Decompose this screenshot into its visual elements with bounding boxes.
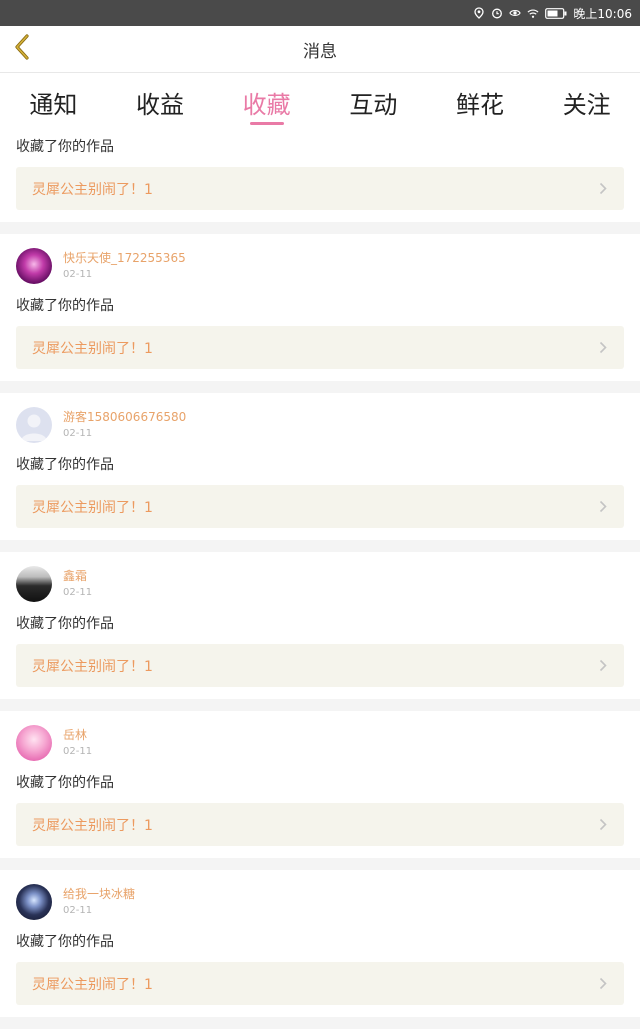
work-title: 灵犀公主别闹了！1: [32, 976, 153, 993]
tab-label: 通知: [29, 91, 78, 119]
action-text: 收藏了你的作品: [16, 457, 114, 473]
message-card: 给我一块冰糖 02-11 收藏了你的作品 灵犀公主别闹了！1: [0, 870, 640, 1017]
message-card: 快乐天使_172255365 02-11 收藏了你的作品 灵犀公主别闹了！1: [0, 234, 640, 381]
eye-icon: [509, 7, 522, 19]
username[interactable]: 给我一块冰糖: [63, 886, 135, 902]
battery-icon: [545, 7, 567, 19]
message-header: 快乐天使_172255365 02-11: [16, 234, 624, 292]
action-text: 收藏了你的作品: [16, 775, 114, 791]
work-link[interactable]: 灵犀公主别闹了！1: [16, 803, 624, 846]
chevron-right-icon: [598, 341, 608, 355]
chevron-right-icon: [598, 500, 608, 514]
tab-interactions[interactable]: 互动: [320, 73, 427, 120]
work-title: 灵犀公主别闹了！1: [32, 817, 153, 834]
work-link[interactable]: 灵犀公主别闹了！1: [16, 326, 624, 369]
action-text: 收藏了你的作品: [16, 139, 114, 155]
tab-earnings[interactable]: 收益: [107, 73, 214, 120]
work-title: 灵犀公主别闹了！1: [32, 658, 153, 675]
chevron-right-icon: [598, 818, 608, 832]
avatar[interactable]: [16, 248, 52, 284]
tab-flowers[interactable]: 鲜花: [427, 73, 534, 120]
chevron-right-icon: [598, 659, 608, 673]
status-bar: 晚上10:06: [0, 0, 640, 26]
chevron-right-icon: [598, 182, 608, 196]
chevron-left-icon: [13, 33, 31, 65]
action-text: 收藏了你的作品: [16, 616, 114, 632]
tab-favorites[interactable]: 收藏: [213, 73, 320, 125]
username[interactable]: 岳林: [63, 727, 92, 743]
tab-label: 收益: [136, 91, 184, 119]
action-text: 收藏了你的作品: [16, 934, 114, 950]
message-card: 游客1580606676580 02-11 收藏了你的作品 灵犀公主别闹了！1: [0, 393, 640, 540]
alarm-icon: [491, 7, 503, 19]
message-card: 鑫霜 02-11 收藏了你的作品 灵犀公主别闹了！1: [0, 552, 640, 699]
work-title: 灵犀公主别闹了！1: [32, 181, 153, 198]
message-header: 岳林 02-11: [16, 711, 624, 769]
favorites-feed: 收藏了你的作品 灵犀公主别闹了！1 快乐天使_172255365 02-11 收…: [0, 131, 640, 1029]
username[interactable]: 快乐天使_172255365: [63, 250, 186, 266]
back-button[interactable]: [8, 34, 36, 64]
message-card: 岳林 02-11 收藏了你的作品 灵犀公主别闹了！1: [0, 711, 640, 858]
avatar[interactable]: [16, 407, 52, 443]
status-time: 晚上10:06: [573, 6, 632, 21]
timestamp: 02-11: [63, 745, 93, 757]
work-link[interactable]: 灵犀公主别闹了！1: [16, 167, 624, 210]
tab-notifications[interactable]: 通知: [0, 73, 107, 120]
page-title: 消息: [303, 41, 337, 62]
timestamp: 02-11: [63, 586, 93, 598]
avatar[interactable]: [16, 566, 52, 602]
timestamp: 02-11: [63, 427, 93, 439]
work-link[interactable]: 灵犀公主别闹了！1: [16, 644, 624, 687]
avatar[interactable]: [16, 884, 52, 920]
tab-label: 互动: [349, 91, 398, 119]
timestamp: 02-11: [63, 268, 93, 280]
work-title: 灵犀公主别闹了！1: [32, 340, 153, 357]
action-text: 收藏了你的作品: [16, 298, 114, 314]
username[interactable]: 游客1580606676580: [63, 409, 186, 425]
wifi-icon: [527, 7, 539, 19]
tab-following[interactable]: 关注: [533, 73, 640, 120]
timestamp: 02-11: [63, 904, 93, 916]
message-header: 鑫霜 02-11: [16, 552, 624, 610]
message-header: 游客1580606676580 02-11: [16, 393, 624, 451]
work-link[interactable]: 灵犀公主别闹了！1: [16, 485, 624, 528]
work-link[interactable]: 灵犀公主别闹了！1: [16, 962, 624, 1005]
work-title: 灵犀公主别闹了！1: [32, 499, 153, 516]
tab-label: 鲜花: [456, 91, 505, 119]
message-card: 收藏了你的作品 灵犀公主别闹了！1: [0, 131, 640, 222]
username[interactable]: 鑫霜: [63, 568, 92, 584]
tab-bar: 通知 收益 收藏 互动 鲜花 关注: [0, 73, 640, 131]
chevron-right-icon: [598, 977, 608, 991]
active-tab-indicator: [249, 122, 284, 125]
tab-label: 收藏: [242, 91, 291, 119]
navigation-bar: 消息: [0, 26, 640, 73]
message-header: 给我一块冰糖 02-11: [16, 870, 624, 928]
avatar[interactable]: [16, 725, 52, 761]
location-icon: [473, 7, 485, 19]
tab-label: 关注: [562, 91, 611, 119]
